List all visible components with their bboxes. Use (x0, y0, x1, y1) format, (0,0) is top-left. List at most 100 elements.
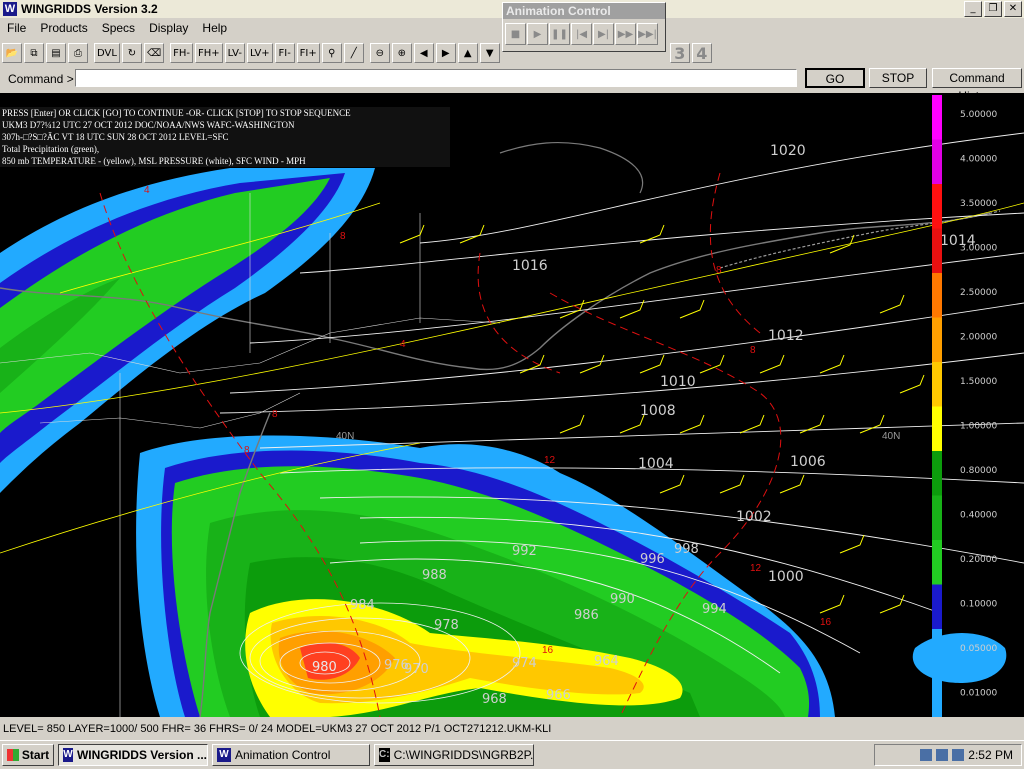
task-label: WINGRIDDS Version ... (76, 748, 207, 762)
menu-file[interactable]: File (0, 21, 33, 35)
window-title: WINGRIDDS Version 3.2 (21, 2, 158, 16)
weather-map: 1020 1016 1014 1012 1010 1008 1006 1004 … (0, 95, 1024, 717)
menu-display[interactable]: Display (142, 21, 195, 35)
task-wingridds[interactable]: W WINGRIDDS Version ... (58, 744, 208, 766)
animation-control-window[interactable]: Animation Control ■ ▶ ❚❚ |◀ ▶| ▶▶ ▶▶| (502, 2, 666, 52)
volume-icon[interactable] (952, 749, 965, 761)
temperature-label: 12 (544, 455, 556, 466)
temperature-label: 8 (244, 445, 250, 456)
menu-specs[interactable]: Specs (95, 21, 142, 35)
isobar-label: 996 (640, 552, 665, 567)
temperature-label: 8 (716, 265, 722, 276)
stop-animation-icon[interactable]: ■ (505, 23, 526, 45)
first-frame-icon[interactable]: |◀ (571, 23, 592, 45)
fi-plus-button[interactable]: FI+ (296, 43, 320, 63)
temperature-label: 16 (820, 617, 832, 628)
pan-down-icon[interactable]: ▼ (479, 43, 500, 63)
pan-up-icon[interactable]: ▲ (457, 43, 478, 63)
fh-minus-button[interactable]: FH- (170, 43, 193, 63)
fh-plus-button[interactable]: FH+ (194, 43, 223, 63)
isobar-label: 990 (610, 592, 635, 607)
info-line: 850 mb TEMPERATURE - (yellow), MSL PRESS… (2, 156, 306, 166)
print-icon[interactable]: ⎙ (68, 43, 88, 63)
menu-help[interactable]: Help (195, 21, 234, 35)
color-scale-label: 5.00000 (960, 110, 997, 120)
lv-plus-button[interactable]: LV+ (246, 43, 273, 63)
windows-logo-icon (6, 749, 19, 761)
pause-icon[interactable]: ❚❚ (549, 23, 570, 45)
isobar-label: 1012 (768, 328, 804, 344)
line-icon[interactable]: ╱ (343, 43, 364, 63)
taskbar: Start W WINGRIDDS Version ... W Animatio… (0, 740, 1024, 769)
color-scale-segment (932, 139, 942, 184)
color-scale-label: 1.00000 (960, 422, 997, 432)
temperature-label: 8 (272, 409, 278, 420)
color-scale-label: 3.50000 (960, 199, 997, 209)
network-icon[interactable] (920, 749, 933, 761)
pan-right-icon[interactable]: ▶ (435, 43, 456, 63)
save-icon[interactable]: ▤ (46, 43, 66, 63)
isobar-label: 1020 (770, 143, 806, 159)
menu-products[interactable]: Products (33, 21, 94, 35)
color-scale-label: 2.00000 (960, 333, 997, 343)
isobar-label: 1004 (638, 456, 674, 472)
play-icon[interactable]: ▶ (527, 23, 548, 45)
color-scale-label: 1.50000 (960, 377, 997, 387)
animation-title: Animation Control (503, 3, 665, 19)
copy-icon[interactable]: ⧉ (24, 43, 44, 63)
isobar-label: 964 (594, 654, 619, 669)
stop-button[interactable]: STOP (869, 68, 927, 88)
color-scale-label: 0.40000 (960, 511, 997, 521)
isobar-label: 1000 (768, 569, 804, 585)
wingridds-icon: W (63, 748, 73, 762)
system-tray: 2:52 PM (874, 744, 1022, 766)
clock: 2:52 PM (968, 748, 1013, 762)
fast-forward-icon[interactable]: ▶▶ (615, 23, 636, 45)
info-line: Total Precipitation (green), (2, 144, 100, 154)
isobar-label: 980 (312, 660, 337, 675)
lv-minus-button[interactable]: LV- (224, 43, 245, 63)
color-scale-label: 0.01000 (960, 689, 997, 699)
color-scale-label: 0.10000 (960, 600, 997, 610)
command-input[interactable] (75, 69, 797, 87)
maximize-button[interactable]: ❐ (984, 1, 1002, 17)
task-animation-control[interactable]: W Animation Control (212, 744, 370, 766)
command-history-button[interactable]: Command History (932, 68, 1022, 103)
next-frame-icon[interactable]: ▶| (593, 23, 614, 45)
map-display[interactable]: 1020 1016 1014 1012 1010 1008 1006 1004 … (0, 93, 1024, 717)
zoom-in-icon[interactable]: ⊕ (391, 43, 412, 63)
minimize-button[interactable]: _ (964, 1, 982, 17)
isobar-label: 970 (404, 662, 429, 677)
pan-left-icon[interactable]: ◀ (413, 43, 434, 63)
color-scale-segment (932, 629, 942, 674)
frame-3-button[interactable]: 3 (669, 43, 690, 63)
start-button[interactable]: Start (2, 744, 54, 766)
open-folder-icon[interactable]: 📂 (2, 43, 22, 63)
last-frame-icon[interactable]: ▶▶| (637, 23, 658, 45)
color-scale-segment (932, 273, 942, 318)
task-command-prompt[interactable]: C: C:\WINGRIDDS\NGRB2P... (374, 744, 534, 766)
temperature-label: 4 (400, 339, 406, 350)
frame-4-button[interactable]: 4 (691, 43, 712, 63)
dvl-button[interactable]: DVL (94, 43, 120, 63)
console-icon: C: (379, 748, 390, 762)
temperature-label: 8 (340, 231, 346, 242)
search-icon[interactable] (936, 749, 949, 761)
temperature-label: 16 (542, 645, 554, 656)
zoom-out-icon[interactable]: ⊖ (369, 43, 390, 63)
isobar-label: 994 (702, 602, 727, 617)
status-bar: LEVEL= 850 LAYER=1000/ 500 FHR= 36 FHRS=… (0, 721, 1024, 738)
go-button[interactable]: GO (805, 68, 865, 88)
isobar-label: 998 (674, 542, 699, 557)
close-button[interactable]: ✕ (1004, 1, 1022, 17)
refresh-icon[interactable]: ↻ (121, 43, 142, 63)
eraser-icon[interactable]: ⌫ (143, 43, 165, 63)
color-scale-segment (932, 540, 942, 585)
fi-minus-button[interactable]: FI- (274, 43, 295, 63)
color-scale-segment (932, 317, 942, 362)
task-label: C:\WINGRIDDS\NGRB2P... (393, 748, 534, 762)
isobar-label: 986 (574, 608, 599, 623)
color-scale-segment (932, 406, 942, 451)
start-label: Start (21, 748, 50, 762)
wind-icon[interactable]: ⚲ (321, 43, 342, 63)
